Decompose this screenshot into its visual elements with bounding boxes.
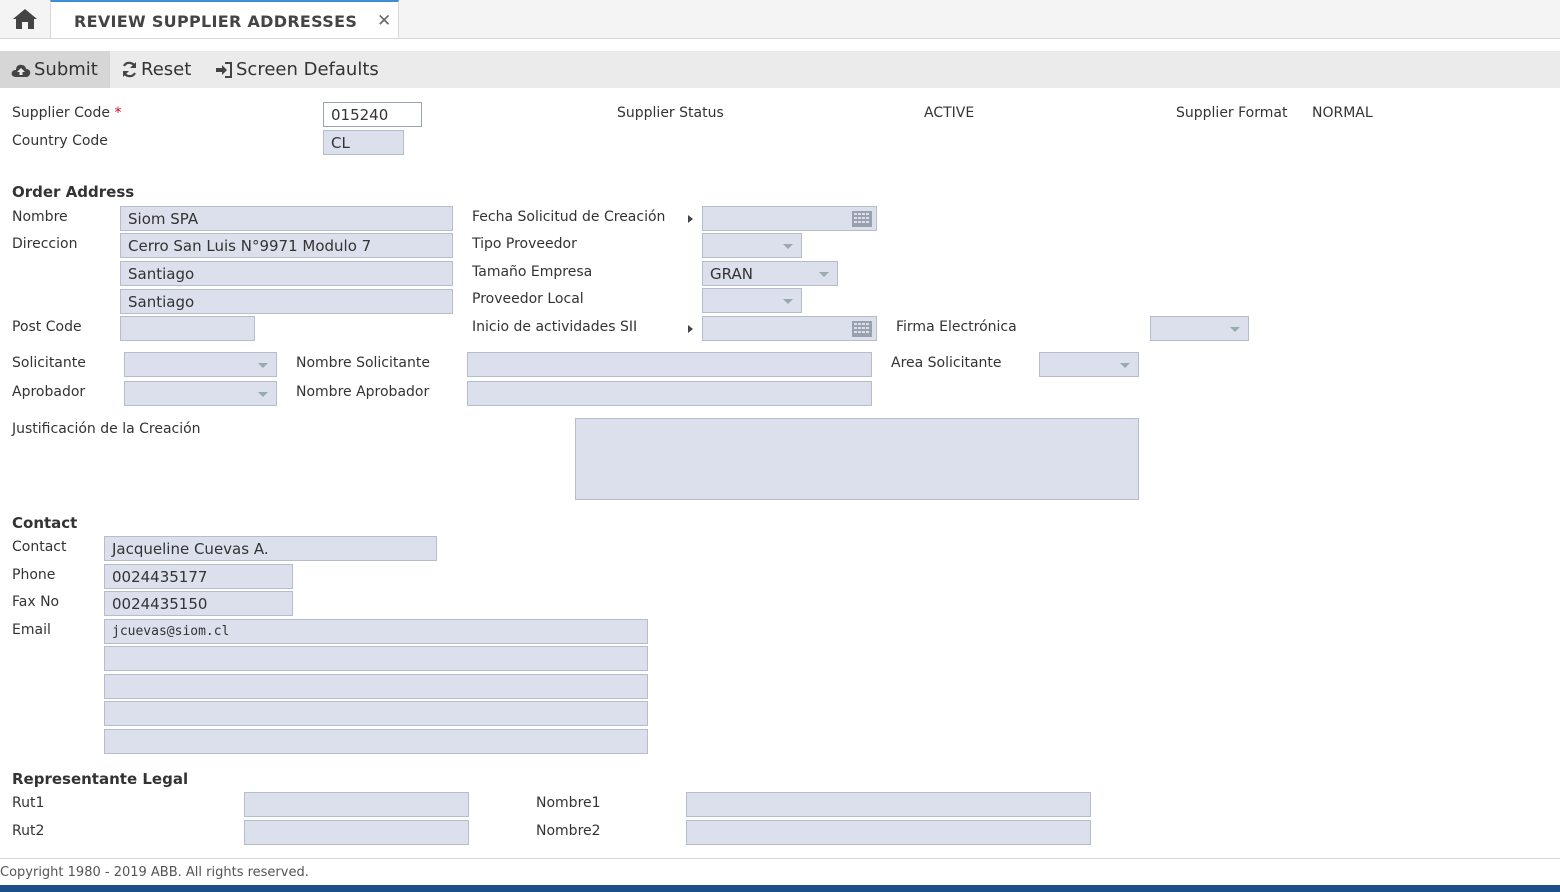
email-field-1[interactable]: jcuevas@siom.cl: [104, 619, 648, 644]
nombre1-label: Nombre1: [536, 795, 601, 811]
caret-right-icon: [688, 325, 693, 333]
close-icon[interactable]: ✕: [377, 11, 391, 31]
phone-label: Phone: [12, 567, 56, 583]
nombre1-field[interactable]: [686, 792, 1091, 817]
supplier-status-value: ACTIVE: [924, 105, 975, 121]
solicitante-select[interactable]: [124, 352, 277, 377]
supplier-format-label: Supplier Format: [1176, 105, 1288, 121]
chevron-down-icon: [819, 271, 829, 277]
chevron-down-icon: [783, 298, 793, 304]
nombre-label: Nombre: [12, 209, 68, 225]
os-taskbar: [0, 885, 1560, 892]
direccion-line-3[interactable]: Santiago: [120, 289, 453, 314]
chevron-down-icon: [258, 391, 268, 397]
post-code-label: Post Code: [12, 319, 82, 335]
contact-field[interactable]: Jacqueline Cuevas A.: [104, 536, 437, 561]
nombre-aprobador-field[interactable]: [467, 381, 872, 406]
inicio-actividades-date-input[interactable]: [702, 316, 877, 341]
submit-label: Submit: [34, 59, 98, 80]
direccion-line-1[interactable]: Cerro San Luis N°9971 Modulo 7: [120, 233, 453, 258]
toolbar: Submit Reset Screen Defaults: [0, 51, 1560, 88]
area-solicitante-select[interactable]: [1039, 352, 1139, 377]
calendar-icon[interactable]: [852, 321, 872, 337]
area-solicitante-label: Area Solicitante: [891, 355, 1002, 371]
aprobador-label: Aprobador: [12, 384, 86, 400]
aprobador-select[interactable]: [124, 381, 277, 406]
required-mark: *: [114, 105, 122, 121]
tipo-proveedor-label: Tipo Proveedor: [472, 236, 577, 252]
tamano-empresa-select[interactable]: GRAN: [702, 261, 838, 286]
order-address-title: Order Address: [12, 183, 135, 201]
email-field-5[interactable]: [104, 729, 648, 754]
email-field-3[interactable]: [104, 674, 648, 699]
country-code-label: Country Code: [12, 133, 108, 149]
supplier-code-label: Supplier Code *: [12, 105, 122, 121]
direccion-label: Direccion: [12, 236, 78, 252]
direccion-line-2[interactable]: Santiago: [120, 261, 453, 286]
reset-button[interactable]: Reset: [121, 51, 191, 88]
chevron-down-icon: [1120, 362, 1130, 368]
refresh-icon: [122, 61, 137, 78]
copyright-text: Copyright 1980 - 2019 ABB. All rights re…: [0, 865, 309, 880]
firma-electronica-label: Firma Electrónica: [896, 319, 1017, 335]
supplier-format-value: NORMAL: [1312, 105, 1373, 121]
nombre-solicitante-field[interactable]: [467, 352, 872, 377]
sign-in-icon: [216, 61, 232, 78]
cloud-upload-icon: [11, 64, 31, 77]
screen-defaults-button[interactable]: Screen Defaults: [215, 51, 379, 88]
supplier-status-label: Supplier Status: [617, 105, 724, 121]
chevron-down-icon: [258, 362, 268, 368]
representante-legal-title: Representante Legal: [12, 770, 189, 788]
tab-review-supplier-addresses[interactable]: REVIEW SUPPLIER ADDRESSES ✕: [50, 0, 399, 38]
email-field-2[interactable]: [104, 646, 648, 671]
proveedor-local-select[interactable]: [702, 288, 802, 313]
tab-title: REVIEW SUPPLIER ADDRESSES: [74, 12, 358, 31]
fax-field[interactable]: 0024435150: [104, 591, 293, 616]
nombre2-label: Nombre2: [536, 823, 601, 839]
tipo-proveedor-select[interactable]: [702, 233, 802, 258]
contact-label: Contact: [12, 539, 67, 555]
caret-right-icon: [688, 215, 693, 223]
rut1-label: Rut1: [12, 795, 45, 811]
fax-label: Fax No: [12, 594, 60, 610]
reset-label: Reset: [141, 59, 192, 80]
phone-field[interactable]: 0024435177: [104, 564, 293, 589]
rut1-field[interactable]: [244, 792, 469, 817]
fecha-solicitud-label: Fecha Solicitud de Creación: [472, 209, 666, 225]
justificacion-textarea[interactable]: [575, 418, 1139, 500]
country-code-field[interactable]: CL: [323, 130, 404, 155]
firma-electronica-select[interactable]: [1150, 316, 1249, 341]
rut2-field[interactable]: [244, 820, 469, 845]
calendar-icon[interactable]: [852, 211, 872, 227]
rut2-label: Rut2: [12, 823, 45, 839]
fecha-solicitud-date-input[interactable]: [702, 206, 877, 231]
solicitante-label: Solicitante: [12, 355, 86, 371]
inicio-actividades-label: Inicio de actividades SII: [472, 319, 638, 335]
nombre-aprobador-label: Nombre Aprobador: [296, 384, 430, 400]
proveedor-local-label: Proveedor Local: [472, 291, 584, 307]
supplier-code-input[interactable]: 015240: [323, 102, 422, 127]
contact-title: Contact: [12, 514, 78, 532]
home-button[interactable]: [0, 0, 50, 38]
submit-button[interactable]: Submit: [0, 51, 110, 88]
home-icon: [13, 9, 37, 29]
chevron-down-icon: [1230, 326, 1240, 332]
justificacion-label: Justificación de la Creación: [12, 421, 201, 437]
screen-defaults-label: Screen Defaults: [236, 59, 379, 80]
chevron-down-icon: [783, 243, 793, 249]
post-code-field[interactable]: [120, 316, 255, 341]
nombre2-field[interactable]: [686, 820, 1091, 845]
email-label: Email: [12, 622, 51, 638]
email-field-4[interactable]: [104, 701, 648, 726]
tamano-empresa-label: Tamaño Empresa: [472, 264, 593, 280]
nombre-field[interactable]: Siom SPA: [120, 206, 453, 231]
nombre-solicitante-label: Nombre Solicitante: [296, 355, 430, 371]
